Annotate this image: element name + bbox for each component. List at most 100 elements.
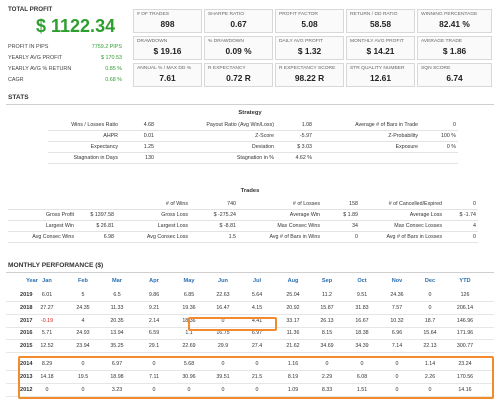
metric-value: 98.22 R bbox=[294, 73, 325, 83]
month-value-cell: 4 bbox=[81, 317, 85, 324]
stat-value: 0 bbox=[453, 122, 456, 128]
trade-label: Average Loss bbox=[409, 212, 442, 218]
metric-sharpe: SHARPE RATIO 0.67 bbox=[204, 9, 273, 33]
metric-str-quality: STR QUALITY NUMBER 12.61 bbox=[346, 63, 415, 87]
month-header-apr: Apr bbox=[149, 278, 159, 284]
metric-label: SQN SCORE bbox=[421, 66, 451, 71]
strategy-row: Stagnation in Days 130 Stagnation in % 4… bbox=[48, 153, 458, 164]
stat-label: AHPR bbox=[103, 133, 118, 139]
month-value-cell: 22.13 bbox=[423, 343, 437, 350]
metric-avg-trade: AVERAGE TRADE $ 1.86 bbox=[417, 36, 492, 60]
month-value-cell: 15.64 bbox=[423, 330, 437, 337]
month-value-cell: 300.77 bbox=[456, 343, 474, 350]
month-value-cell: 11.36 bbox=[286, 330, 300, 337]
month-header-dec: Dec bbox=[424, 278, 436, 284]
metric-label: % DRAWDOWN bbox=[208, 39, 244, 44]
metric-winning-pct: WINNING PERCENTAGE 82.41 % bbox=[417, 9, 492, 33]
month-value-cell: 5.71 bbox=[41, 330, 53, 337]
month-header-aug: Aug bbox=[287, 278, 299, 284]
metric-label: DAILY AVG PROFIT bbox=[279, 39, 324, 44]
month-value-cell: 31.83 bbox=[355, 304, 369, 311]
month-value-cell: 146.96 bbox=[456, 317, 474, 324]
metric-label: MONTHLY AVG PROFIT bbox=[350, 39, 404, 44]
metric-value: 898 bbox=[160, 19, 175, 29]
metric-value: $ 1.32 bbox=[297, 46, 322, 56]
month-value-cell: 6.97 bbox=[251, 330, 263, 337]
trade-label: Avg Consec Wins bbox=[32, 234, 74, 240]
trade-label: Max Consec Wins bbox=[277, 223, 320, 229]
month-value-cell: 25.04 bbox=[286, 292, 300, 298]
metric-value: 7.61 bbox=[159, 73, 176, 83]
trade-value: 0 bbox=[473, 234, 476, 240]
metric-label: AVERAGE TRADE bbox=[421, 39, 463, 44]
month-value-cell: 171.96 bbox=[456, 330, 474, 337]
month-value-cell: 206.14 bbox=[456, 304, 474, 311]
metric-label: SHARPE RATIO bbox=[208, 12, 245, 17]
highlight-box-2012-2014 bbox=[18, 356, 494, 399]
trade-label: # of Wins bbox=[165, 201, 188, 207]
trade-value: $ -275.24 bbox=[213, 212, 236, 218]
yearly-avg-profit-value: $ 170.53 bbox=[101, 55, 122, 61]
metric-daily-avg: DAILY AVG PROFIT $ 1.32 bbox=[275, 36, 344, 60]
metric-value: 0.72 R bbox=[226, 73, 251, 83]
highlight-box-jun-jul-2017 bbox=[188, 317, 277, 331]
trade-label: Largest Loss bbox=[157, 223, 188, 229]
metric-label: STR QUALITY NUMBER bbox=[350, 66, 405, 71]
month-value-cell: 16.75 bbox=[216, 330, 230, 337]
stat-value: 4.68 bbox=[143, 122, 154, 128]
month-value-cell: 22.69 bbox=[182, 343, 196, 350]
stat-value: 100 % bbox=[440, 133, 456, 139]
trade-value: 1.5 bbox=[228, 234, 236, 240]
stat-value: 0.01 bbox=[143, 133, 154, 139]
metric-label: ANNUAL % / MAX DD % bbox=[137, 66, 192, 71]
trade-value: $ 26.81 bbox=[96, 223, 114, 229]
month-value-cell: 18.38 bbox=[355, 330, 369, 337]
month-header-mar: Mar bbox=[112, 278, 122, 284]
metric-label: R EXPECTANCY bbox=[208, 66, 246, 71]
trade-label: Gross Loss bbox=[161, 212, 188, 218]
metric-value: 5.08 bbox=[301, 19, 318, 29]
month-value-cell: 7.57 bbox=[391, 304, 403, 311]
trade-label: # of Losses bbox=[292, 201, 320, 207]
month-value-cell: 9.21 bbox=[148, 304, 160, 311]
metric-pct-drawdown: % DRAWDOWN 0.09 % bbox=[204, 36, 273, 60]
metric-value: 6.74 bbox=[446, 73, 463, 83]
month-value-cell: 33.17 bbox=[286, 317, 300, 324]
metric-value: 82.41 % bbox=[439, 19, 470, 29]
stat-value: 1.08 bbox=[301, 122, 312, 128]
trades-row: Gross Profit $ 1397.58 Gross Loss $ -275… bbox=[8, 210, 478, 221]
stat-label: Expectancy bbox=[90, 144, 118, 150]
metric-monthly-avg: MONTHLY AVG PROFIT $ 14.21 bbox=[346, 36, 415, 60]
cagr-label: CAGR bbox=[8, 77, 24, 83]
month-header-jul: Jul bbox=[252, 278, 262, 284]
month-value-cell: 16.67 bbox=[355, 317, 369, 324]
month-value-cell: 5 bbox=[81, 292, 85, 298]
month-value-cell: 4.15 bbox=[251, 304, 263, 311]
month-value-cell: 29.1 bbox=[148, 343, 160, 350]
metric-label: PROFIT FACTOR bbox=[279, 12, 318, 17]
stat-value: 1.25 bbox=[143, 144, 154, 150]
month-value-cell: 6.59 bbox=[148, 330, 160, 337]
metric-trades: # OF TRADES 898 bbox=[133, 9, 202, 33]
trade-value: $ -8.81 bbox=[219, 223, 237, 229]
stat-label: Average # of Bars in Trade bbox=[355, 122, 418, 128]
month-value-cell: 16.47 bbox=[216, 304, 230, 311]
stat-value: 130 bbox=[145, 155, 154, 161]
yearly-avg-profit-label: YEARLY AVG PROFIT bbox=[8, 55, 63, 61]
metric-label: DRAWDOWN bbox=[137, 39, 168, 44]
trades-row: Largest Win $ 26.81 Largest Loss $ -8.81… bbox=[8, 221, 478, 232]
month-value-cell: 6.01 bbox=[41, 292, 53, 298]
month-value-cell: 29.9 bbox=[217, 343, 229, 350]
stat-label: Wins / Losses Ratio bbox=[71, 122, 118, 128]
metric-drawdown: DRAWDOWN $ 19.16 bbox=[133, 36, 202, 60]
metric-label: RETURN / DD RATIO bbox=[350, 12, 398, 17]
trade-label: Avg # of Bars in Wins bbox=[269, 234, 320, 240]
month-value-cell: 34.69 bbox=[320, 343, 334, 350]
month-value-cell: 20.92 bbox=[286, 304, 300, 311]
month-header-nov: Nov bbox=[391, 278, 403, 284]
metric-label: WINNING PERCENTAGE bbox=[421, 12, 478, 17]
month-value-cell: 26.13 bbox=[320, 317, 334, 324]
stat-label: Exposure bbox=[395, 144, 418, 150]
month-value-cell: 2.14 bbox=[148, 317, 160, 324]
month-value-cell: 35.25 bbox=[110, 343, 124, 350]
